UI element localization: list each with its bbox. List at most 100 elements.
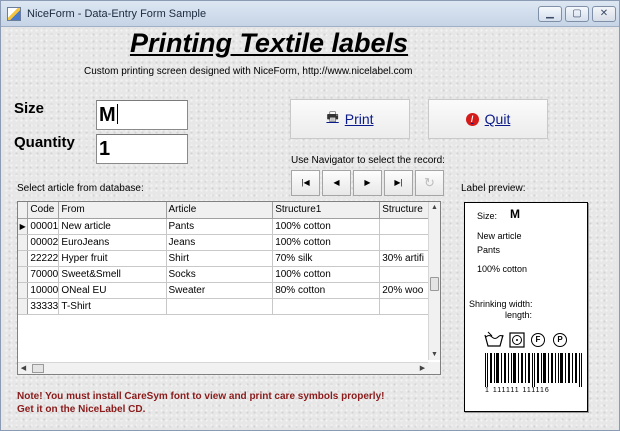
horizontal-scroll-thumb[interactable] [32, 364, 44, 373]
close-button[interactable]: ✕ [592, 6, 616, 22]
window-title: NiceForm - Data-Entry Form Sample [27, 8, 207, 20]
row-indicator [18, 298, 29, 315]
quit-button[interactable]: / Quit [428, 99, 548, 139]
font-warning-note: Note! You must install CareSym font to v… [17, 390, 384, 416]
barcode-icon [485, 353, 582, 387]
table-cell[interactable] [272, 298, 381, 315]
scroll-down-arrow-icon[interactable]: ▼ [429, 349, 440, 360]
table-row[interactable]: 22222 Hyper fruit Shirt 70% silk 30% art… [18, 250, 440, 267]
text-caret [116, 104, 118, 124]
table-row[interactable]: 00002 EuroJeans Jeans 100% cotton [18, 234, 440, 251]
table-cell[interactable]: Hyper fruit [58, 250, 167, 267]
table-cell[interactable]: Shirt [166, 250, 274, 267]
table-cell[interactable]: Jeans [166, 234, 274, 251]
vertical-scroll-thumb[interactable] [430, 277, 439, 291]
scrollbar-corner [428, 362, 440, 374]
nav-first-button[interactable]: |◀ [291, 170, 320, 196]
table-header-row: Code From Article Structure1 Structure [18, 202, 440, 219]
navigator-caption: Use Navigator to select the record: [291, 155, 445, 166]
nav-last-button[interactable]: ▶| [384, 170, 413, 196]
table-cell[interactable]: 22222 [27, 250, 60, 267]
page-subtitle: Custom printing screen designed with Nic… [84, 66, 413, 77]
print-button-label: Print [344, 111, 374, 127]
row-indicator [18, 282, 29, 299]
table-cell[interactable]: Socks [166, 266, 274, 283]
scroll-left-arrow-icon[interactable]: ◀ [18, 363, 29, 374]
grid-horizontal-scrollbar[interactable]: ◀ ▶ [18, 362, 428, 374]
table-cell[interactable]: Pants [166, 218, 274, 235]
table-cell[interactable]: 00001 [27, 218, 60, 235]
table-cell[interactable]: Sweet&Smell [58, 266, 167, 283]
maximize-button[interactable]: ▢ [565, 6, 589, 22]
table-cell[interactable]: EuroJeans [58, 234, 167, 251]
note-line-1: Note! You must install CareSym font to v… [17, 391, 385, 402]
current-row-marker: ▶ [18, 218, 29, 235]
dry-clean-f-icon: F [531, 333, 545, 347]
app-icon [7, 7, 21, 21]
table-cell[interactable]: 70000 [27, 266, 60, 283]
table-cell[interactable]: 70% silk [272, 250, 381, 267]
tumble-dry-icon [509, 332, 525, 348]
table-cell[interactable]: 100% cotton [272, 266, 381, 283]
preview-size-value: M [510, 207, 520, 221]
size-value: M [99, 104, 116, 126]
size-input[interactable]: M [96, 100, 188, 130]
preview-shrinking-label: Shrinking width: [469, 299, 533, 309]
app-window: NiceForm - Data-Entry Form Sample ▁ ▢ ✕ … [0, 0, 620, 431]
wash-tub-icon [484, 331, 504, 347]
preview-caption: Label preview: [461, 183, 526, 194]
preview-article-from: New article [477, 231, 522, 241]
table-cell[interactable]: 33333 [27, 298, 60, 315]
table-cell[interactable]: New article [58, 218, 167, 235]
article-grid[interactable]: Code From Article Structure1 Structure ▶… [17, 201, 441, 375]
article-table: Code From Article Structure1 Structure ▶… [18, 202, 440, 315]
dry-clean-p-icon: P [553, 333, 567, 347]
table-row[interactable]: ▶ 00001 New article Pants 100% cotton [18, 218, 440, 235]
scroll-right-arrow-icon[interactable]: ▶ [417, 363, 428, 374]
column-header-code[interactable]: Code [27, 202, 60, 219]
preview-article: Pants [477, 245, 501, 255]
column-header-from[interactable]: From [58, 202, 167, 219]
table-row[interactable]: 33333 T-Shirt [18, 298, 440, 315]
print-button[interactable]: 🖶 Print [290, 99, 410, 139]
scroll-up-arrow-icon[interactable]: ▲ [429, 202, 440, 213]
table-cell[interactable] [166, 298, 274, 315]
table-cell[interactable]: 10000 [27, 282, 60, 299]
size-label: Size [14, 100, 45, 117]
printer-icon: 🖶 [326, 109, 339, 124]
grid-vertical-scrollbar[interactable]: ▲ ▼ [428, 202, 440, 360]
grid-caption: Select article from database: [17, 183, 144, 194]
table-cell[interactable]: T-Shirt [58, 298, 167, 315]
preview-structure: 100% cotton [477, 264, 528, 274]
page-title: Printing Textile labels [129, 28, 409, 58]
quantity-input[interactable]: 1 [96, 134, 188, 164]
table-cell[interactable]: 100% cotton [272, 218, 381, 235]
table-row[interactable]: 10000 ONeal EU Sweater 80% cotton 20% wo… [18, 282, 440, 299]
stop-icon: / [465, 112, 479, 126]
table-cell[interactable]: 00002 [27, 234, 60, 251]
title-bar[interactable]: NiceForm - Data-Entry Form Sample ▁ ▢ ✕ [1, 1, 619, 27]
note-line-2: Get it on the NiceLabel CD. [17, 404, 146, 415]
table-cell[interactable]: Sweater [166, 282, 274, 299]
preview-size-label: Size: [477, 211, 498, 221]
table-cell[interactable]: 80% cotton [272, 282, 381, 299]
row-indicator [18, 250, 29, 267]
minimize-button[interactable]: ▁ [538, 6, 562, 22]
nav-refresh-button[interactable]: ↻ [415, 170, 444, 196]
header-indicator [18, 202, 29, 219]
table-cell[interactable]: ONeal EU [58, 282, 167, 299]
form-area: Printing Textile labels Custom printing … [4, 28, 616, 428]
label-preview: Size: M New article Pants 100% cotton Sh… [464, 202, 588, 412]
column-header-article[interactable]: Article [166, 202, 274, 219]
row-indicator [18, 266, 29, 283]
nav-prior-button[interactable]: ◀ [322, 170, 351, 196]
table-cell[interactable]: 100% cotton [272, 234, 381, 251]
barcode-number: 1 111111 111116 [485, 387, 550, 394]
quantity-label: Quantity [14, 134, 75, 151]
preview-length-label: length: [505, 310, 533, 320]
nav-next-button[interactable]: ▶ [353, 170, 382, 196]
row-indicator [18, 234, 29, 251]
table-row[interactable]: 70000 Sweet&Smell Socks 100% cotton [18, 266, 440, 283]
column-header-structure1[interactable]: Structure1 [272, 202, 381, 219]
quit-button-label: Quit [484, 111, 511, 127]
